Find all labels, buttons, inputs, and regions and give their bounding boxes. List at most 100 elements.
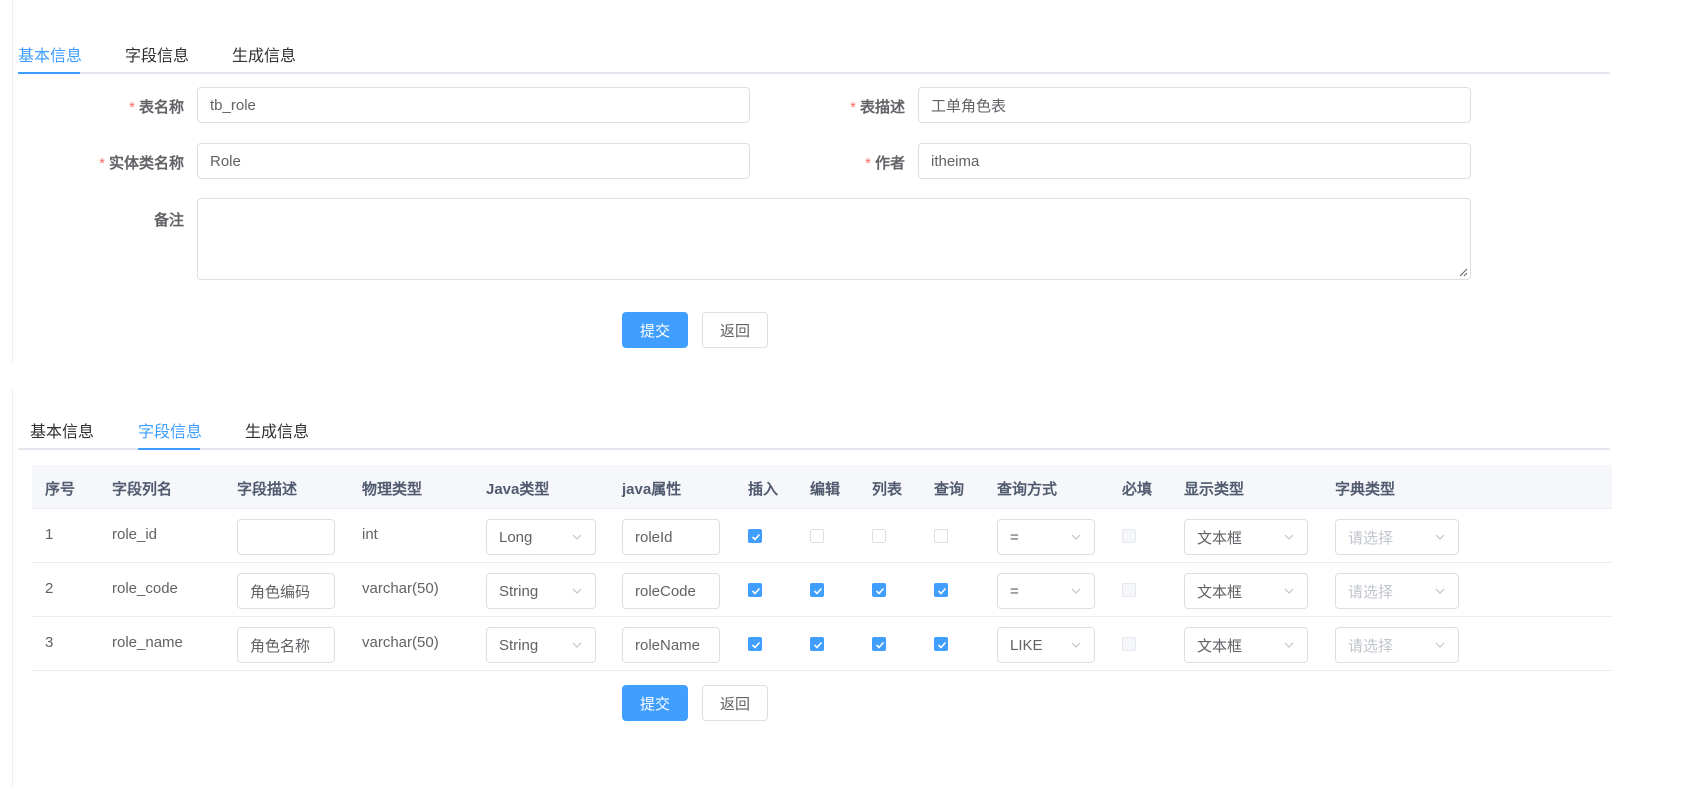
row-html-type-select[interactable]: 文本框 bbox=[1184, 519, 1308, 555]
remark-textarea[interactable] bbox=[197, 198, 1471, 280]
check-icon bbox=[937, 587, 947, 595]
class-name-input[interactable]: Role bbox=[197, 143, 750, 179]
edit-checkbox[interactable] bbox=[810, 637, 824, 651]
row-html-type-select[interactable]: 文本框 bbox=[1184, 573, 1308, 609]
list-checkbox[interactable] bbox=[872, 637, 886, 651]
th-list: 列表 bbox=[872, 481, 903, 498]
edit-checkbox[interactable] bbox=[810, 583, 824, 597]
th-phys-type: 物理类型 bbox=[362, 481, 423, 498]
query-checkbox[interactable] bbox=[934, 637, 948, 651]
table-desc-input[interactable]: 工单角色表 bbox=[918, 87, 1471, 123]
row-java-type-select[interactable]: String bbox=[486, 627, 596, 663]
check-icon bbox=[875, 587, 885, 595]
required-checkbox[interactable] bbox=[1122, 583, 1136, 597]
tab-basic-info[interactable]: 基本信息 bbox=[18, 42, 82, 74]
row-java-field-input[interactable]: roleCode bbox=[622, 573, 720, 609]
tab-gen-info[interactable]: 生成信息 bbox=[245, 418, 309, 450]
row-query-type-select[interactable]: = bbox=[997, 573, 1095, 609]
row-java-field-input[interactable]: roleName bbox=[622, 627, 720, 663]
query-checkbox[interactable] bbox=[934, 529, 948, 543]
check-icon bbox=[813, 587, 823, 595]
chevron-down-icon bbox=[1435, 642, 1445, 648]
submit-button[interactable]: 提交 bbox=[622, 312, 688, 348]
row-phys-type: varchar(50) bbox=[362, 580, 439, 597]
table-row: 1 role_id int Long roleId = 文本框 请选择 bbox=[32, 509, 1612, 563]
table-name-input[interactable]: tb_role bbox=[197, 87, 750, 123]
check-icon bbox=[937, 641, 947, 649]
author-label: * 作者 bbox=[865, 155, 905, 172]
insert-checkbox[interactable] bbox=[748, 637, 762, 651]
tab-field-info[interactable]: 字段信息 bbox=[138, 418, 202, 450]
check-icon bbox=[751, 587, 761, 595]
table-name-label: * 表名称 bbox=[129, 99, 184, 116]
row-java-type-select[interactable]: Long bbox=[486, 519, 596, 555]
chevron-down-icon bbox=[1284, 534, 1294, 540]
row-desc-input[interactable]: 角色编码 bbox=[237, 573, 335, 609]
th-required: 必填 bbox=[1122, 481, 1153, 498]
chevron-down-icon bbox=[1284, 588, 1294, 594]
tab-basic-info[interactable]: 基本信息 bbox=[30, 418, 94, 450]
insert-checkbox[interactable] bbox=[748, 529, 762, 543]
active-tab-indicator bbox=[138, 448, 200, 450]
th-column: 字段列名 bbox=[112, 481, 173, 498]
tab-bar-top: 基本信息 字段信息 生成信息 bbox=[18, 38, 1610, 74]
row-desc-input[interactable]: 角色名称 bbox=[237, 627, 335, 663]
required-checkbox[interactable] bbox=[1122, 529, 1136, 543]
class-name-label: * 实体类名称 bbox=[99, 155, 184, 172]
row-query-type-select[interactable]: LIKE bbox=[997, 627, 1095, 663]
insert-checkbox[interactable] bbox=[748, 583, 762, 597]
th-java-field: java属性 bbox=[622, 481, 682, 498]
author-input[interactable]: itheima bbox=[918, 143, 1471, 179]
th-desc: 字段描述 bbox=[237, 481, 298, 498]
chevron-down-icon bbox=[1435, 588, 1445, 594]
row-desc-input[interactable] bbox=[237, 519, 335, 555]
row-dict-type-select[interactable]: 请选择 bbox=[1335, 519, 1459, 555]
back-button-2[interactable]: 返回 bbox=[702, 685, 768, 721]
th-query: 查询 bbox=[934, 481, 965, 498]
row-phys-type: int bbox=[362, 526, 378, 543]
back-button[interactable]: 返回 bbox=[702, 312, 768, 348]
list-checkbox[interactable] bbox=[872, 583, 886, 597]
check-icon bbox=[875, 641, 885, 649]
tab-field-info[interactable]: 字段信息 bbox=[125, 42, 189, 74]
tab-gen-info[interactable]: 生成信息 bbox=[232, 42, 296, 74]
row-html-type-select[interactable]: 文本框 bbox=[1184, 627, 1308, 663]
remark-label: 备注 bbox=[153, 212, 184, 229]
chevron-down-icon bbox=[572, 588, 582, 594]
row-java-field-input[interactable]: roleId bbox=[622, 519, 720, 555]
table-row: 2 role_code 角色编码 varchar(50) String roleCode =… bbox=[32, 563, 1612, 617]
th-html-type: 显示类型 bbox=[1184, 481, 1245, 498]
row-index: 2 bbox=[45, 580, 54, 597]
required-checkbox[interactable] bbox=[1122, 637, 1136, 651]
th-insert: 插入 bbox=[748, 481, 779, 498]
row-dict-type-select[interactable]: 请选择 bbox=[1335, 573, 1459, 609]
chevron-down-icon bbox=[1071, 534, 1081, 540]
resize-handle-icon[interactable] bbox=[1458, 267, 1468, 277]
th-query-type: 查询方式 bbox=[997, 481, 1058, 498]
table-row: 3 role_name 角色名称 varchar(50) String roleName L… bbox=[32, 617, 1612, 671]
check-icon bbox=[813, 641, 823, 649]
list-checkbox[interactable] bbox=[872, 529, 886, 543]
query-checkbox[interactable] bbox=[934, 583, 948, 597]
row-column-name: role_id bbox=[112, 526, 158, 543]
row-column-name: role_code bbox=[112, 580, 178, 597]
chevron-down-icon bbox=[1435, 534, 1445, 540]
th-dict-type: 字典类型 bbox=[1335, 481, 1396, 498]
row-index: 1 bbox=[45, 526, 54, 543]
row-java-type-select[interactable]: String bbox=[486, 573, 596, 609]
edit-checkbox[interactable] bbox=[810, 529, 824, 543]
row-column-name: role_name bbox=[112, 634, 183, 651]
chevron-down-icon bbox=[1071, 588, 1081, 594]
table-header: 序号 字段列名 字段描述 物理类型 Java类型 java属性 插入 编辑 列表… bbox=[32, 465, 1612, 509]
chevron-down-icon bbox=[1284, 642, 1294, 648]
check-icon bbox=[751, 641, 761, 649]
row-query-type-select[interactable]: = bbox=[997, 519, 1095, 555]
row-dict-type-select[interactable]: 请选择 bbox=[1335, 627, 1459, 663]
row-index: 3 bbox=[45, 634, 54, 651]
active-tab-indicator bbox=[18, 72, 80, 74]
tab-bar-bottom: 基本信息 字段信息 生成信息 bbox=[18, 414, 1610, 450]
chevron-down-icon bbox=[572, 534, 582, 540]
chevron-down-icon bbox=[572, 642, 582, 648]
submit-button-2[interactable]: 提交 bbox=[622, 685, 688, 721]
chevron-down-icon bbox=[1071, 642, 1081, 648]
